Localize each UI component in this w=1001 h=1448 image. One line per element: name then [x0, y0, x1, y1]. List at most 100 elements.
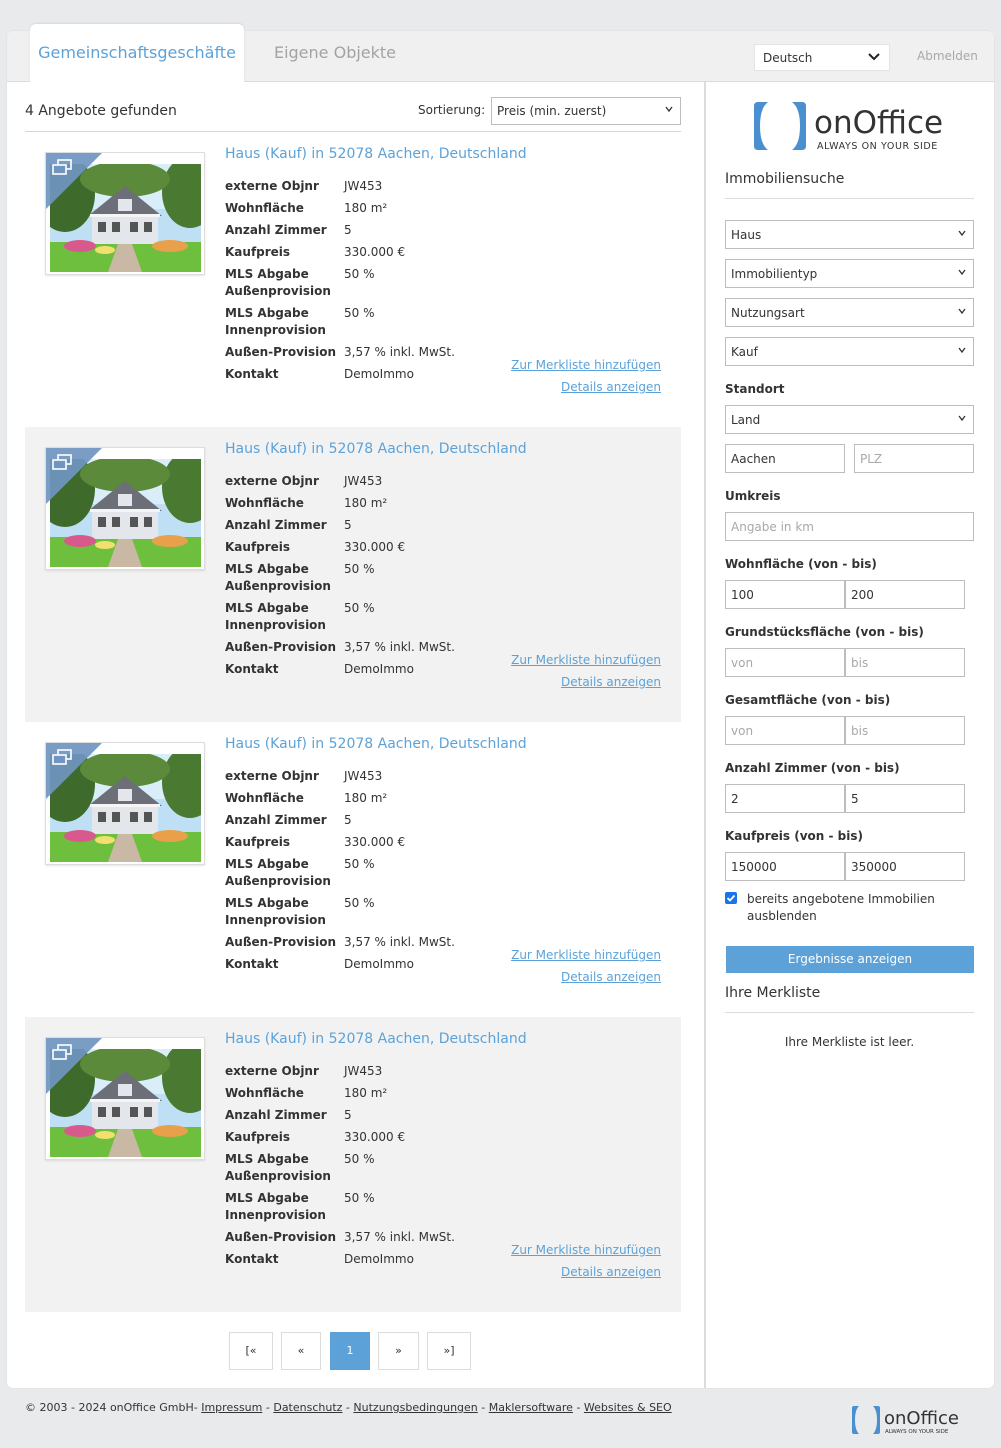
grundstueck-von-input[interactable]: von	[725, 648, 845, 677]
add-to-merkliste-link[interactable]: Zur Merkliste hinzufügen	[511, 358, 661, 372]
footer-link-nutzungsbedingungen[interactable]: Nutzungsbedingungen	[353, 1401, 477, 1414]
details-link[interactable]: Details anzeigen	[561, 1265, 661, 1279]
field-label: Wohnfläche	[225, 496, 304, 510]
ort-input[interactable]: Aachen	[725, 444, 845, 473]
field-value: JW453	[344, 179, 383, 193]
field-label: MLS Abgabe Außenprovision	[225, 562, 331, 593]
footer-link-websites-seo[interactable]: Websites & SEO	[584, 1401, 672, 1414]
footer-link-impressum[interactable]: Impressum	[201, 1401, 262, 1414]
field-label: MLS Abgabe Innenprovision	[225, 896, 326, 927]
objektart-select[interactable]: Haus	[725, 220, 974, 249]
result-item: Haus (Kauf) in 52078 Aachen, Deutschland…	[25, 722, 681, 1017]
immobilientyp-select[interactable]: Immobilientyp	[725, 259, 974, 288]
result-thumbnail[interactable]	[45, 1037, 205, 1160]
footer-separator: -	[345, 1401, 350, 1414]
standort-label: Standort	[725, 382, 785, 396]
field-label: Anzahl Zimmer	[225, 1108, 327, 1122]
chevron-down-icon	[957, 267, 967, 280]
show-results-button[interactable]: Ergebnisse anzeigen	[726, 946, 974, 973]
result-title[interactable]: Haus (Kauf) in 52078 Aachen, Deutschland	[225, 441, 527, 457]
field-value: 50 %	[344, 562, 375, 576]
wohnflaeche-label: Wohnfläche (von - bis)	[725, 557, 877, 571]
field-label: Außen-Provision	[225, 640, 337, 654]
field-label: MLS Abgabe Innenprovision	[225, 306, 326, 337]
field-label: Kontakt	[225, 367, 279, 381]
field-label: MLS Abgabe Außenprovision	[225, 857, 331, 888]
umkreis-input[interactable]: Angabe in km	[725, 512, 974, 541]
field-label: Wohnfläche	[225, 201, 304, 215]
field-value: 50 %	[344, 1191, 375, 1205]
tab-gemeinschaftsgeschaefte[interactable]: Gemeinschaftsgeschäfte	[30, 24, 244, 82]
field-label: Wohnfläche	[225, 1086, 304, 1100]
result-title[interactable]: Haus (Kauf) in 52078 Aachen, Deutschland	[225, 1031, 527, 1047]
field-label: Kaufpreis	[225, 835, 291, 849]
column-divider	[704, 82, 706, 1388]
plz-input[interactable]: PLZ	[854, 444, 974, 473]
gallery-icon	[52, 1044, 72, 1060]
tab-eigene-objekte[interactable]: Eigene Objekte	[262, 24, 408, 82]
field-value: 50 %	[344, 896, 375, 910]
field-label: Kaufpreis	[225, 1130, 291, 1144]
chevron-down-icon	[957, 413, 967, 426]
page-1-button[interactable]: 1	[330, 1332, 370, 1370]
sort-label: Sortierung:	[418, 103, 486, 117]
page-next-button[interactable]: »	[378, 1332, 419, 1370]
field-label: Kontakt	[225, 957, 279, 971]
page-last-button[interactable]: »]	[427, 1332, 471, 1370]
vermarktungsart-select[interactable]: Kauf	[725, 337, 974, 366]
copyright: © 2003 - 2024 onOffice GmbH-	[25, 1401, 198, 1414]
wohnflaeche-bis-input[interactable]: 200	[845, 580, 965, 609]
gesamtflaeche-von-input[interactable]: von	[725, 716, 845, 745]
zimmer-label: Anzahl Zimmer (von - bis)	[725, 761, 900, 775]
nutzungsart-select[interactable]: Nutzungsart	[725, 298, 974, 327]
add-to-merkliste-link[interactable]: Zur Merkliste hinzufügen	[511, 948, 661, 962]
zimmer-von-input[interactable]: 2	[725, 784, 845, 813]
land-value: Land	[731, 413, 761, 427]
field-value: 5	[344, 813, 352, 827]
sort-select[interactable]: Preis (min. zuerst)	[491, 97, 681, 125]
kaufpreis-bis-input[interactable]: 350000	[845, 852, 965, 881]
footer-link-datenschutz[interactable]: Datenschutz	[273, 1401, 342, 1414]
add-to-merkliste-link[interactable]: Zur Merkliste hinzufügen	[511, 1243, 661, 1257]
result-item: Haus (Kauf) in 52078 Aachen, Deutschland…	[25, 132, 681, 427]
logout-link[interactable]: Abmelden	[917, 49, 978, 63]
field-value: 50 %	[344, 267, 375, 281]
svg-text:ALWAYS ON YOUR SIDE: ALWAYS ON YOUR SIDE	[817, 141, 938, 152]
wohnflaeche-von-input[interactable]: 100	[725, 580, 845, 609]
divider	[725, 1012, 974, 1013]
svg-text:onOffice: onOffice	[884, 1408, 959, 1429]
land-select[interactable]: Land	[725, 405, 974, 434]
grundstueck-bis-input[interactable]: bis	[845, 648, 965, 677]
details-link[interactable]: Details anzeigen	[561, 380, 661, 394]
footer-separator: -	[576, 1401, 581, 1414]
gallery-icon	[52, 159, 72, 175]
field-label: Außen-Provision	[225, 1230, 337, 1244]
result-title[interactable]: Haus (Kauf) in 52078 Aachen, Deutschland	[225, 146, 527, 162]
footer-separator: -	[265, 1401, 270, 1414]
result-thumbnail[interactable]	[45, 152, 205, 275]
details-link[interactable]: Details anzeigen	[561, 970, 661, 984]
chevron-down-icon	[867, 50, 881, 67]
page-prev-button[interactable]: «	[281, 1332, 321, 1370]
footer: © 2003 - 2024 onOffice GmbH- Impressum -…	[25, 1401, 672, 1414]
field-label: Anzahl Zimmer	[225, 813, 327, 827]
page-first-button[interactable]: [«	[229, 1332, 273, 1370]
field-value: JW453	[344, 769, 383, 783]
footer-link-maklersoftware[interactable]: Maklersoftware	[489, 1401, 573, 1414]
result-title[interactable]: Haus (Kauf) in 52078 Aachen, Deutschland	[225, 736, 527, 752]
gesamtflaeche-label: Gesamtfläche (von - bis)	[725, 693, 891, 707]
language-select[interactable]: Deutsch	[754, 44, 890, 71]
kaufpreis-von-input[interactable]: 150000	[725, 852, 845, 881]
result-thumbnail[interactable]	[45, 447, 205, 570]
gesamtflaeche-bis-input[interactable]: bis	[845, 716, 965, 745]
zimmer-bis-input[interactable]: 5	[845, 784, 965, 813]
nutzungsart-value: Nutzungsart	[731, 306, 805, 320]
gallery-icon	[52, 454, 72, 470]
hide-offered-checkbox[interactable]	[725, 892, 737, 904]
result-item: Haus (Kauf) in 52078 Aachen, Deutschland…	[25, 1017, 681, 1312]
details-link[interactable]: Details anzeigen	[561, 675, 661, 689]
result-thumbnail[interactable]	[45, 742, 205, 865]
field-value: 180 m²	[344, 791, 388, 805]
add-to-merkliste-link[interactable]: Zur Merkliste hinzufügen	[511, 653, 661, 667]
objektart-value: Haus	[731, 228, 762, 242]
